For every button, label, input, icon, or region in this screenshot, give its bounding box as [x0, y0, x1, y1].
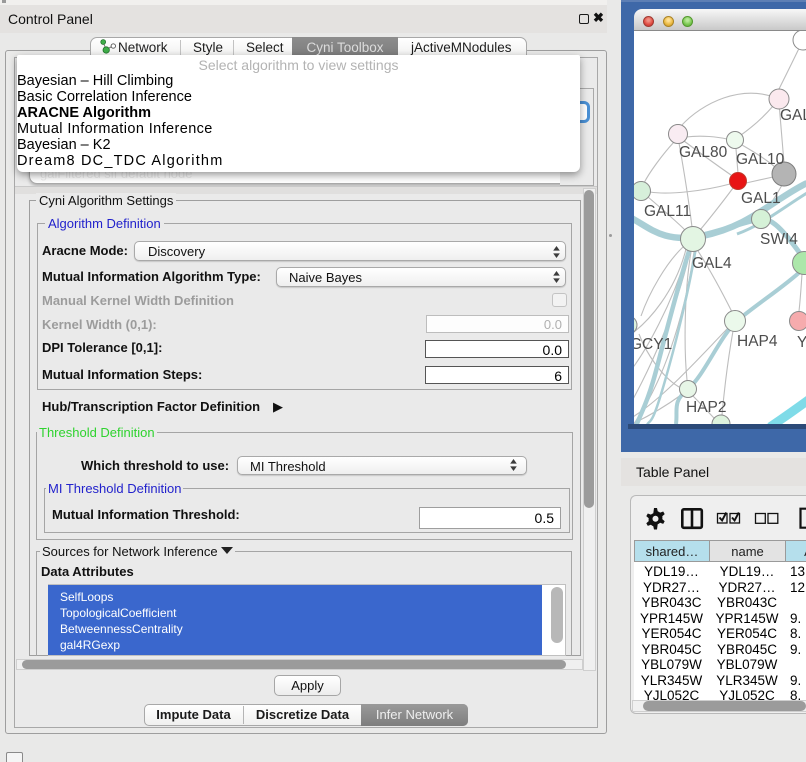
svg-text:GAL11: GAL11	[644, 203, 691, 220]
svg-text:GAL: GAL	[780, 107, 806, 124]
svg-text:GCY1: GCY1	[634, 336, 672, 353]
svg-text:SWI4: SWI4	[760, 231, 798, 248]
svg-text:GAL10: GAL10	[736, 151, 785, 168]
svg-text:GAL4: GAL4	[692, 255, 732, 272]
svg-text:HAP4: HAP4	[737, 333, 778, 350]
svg-text:HAP2: HAP2	[686, 399, 727, 416]
svg-text:Y: Y	[797, 334, 806, 351]
svg-text:GAL80: GAL80	[679, 144, 728, 161]
svg-text:GAL1: GAL1	[741, 190, 781, 207]
